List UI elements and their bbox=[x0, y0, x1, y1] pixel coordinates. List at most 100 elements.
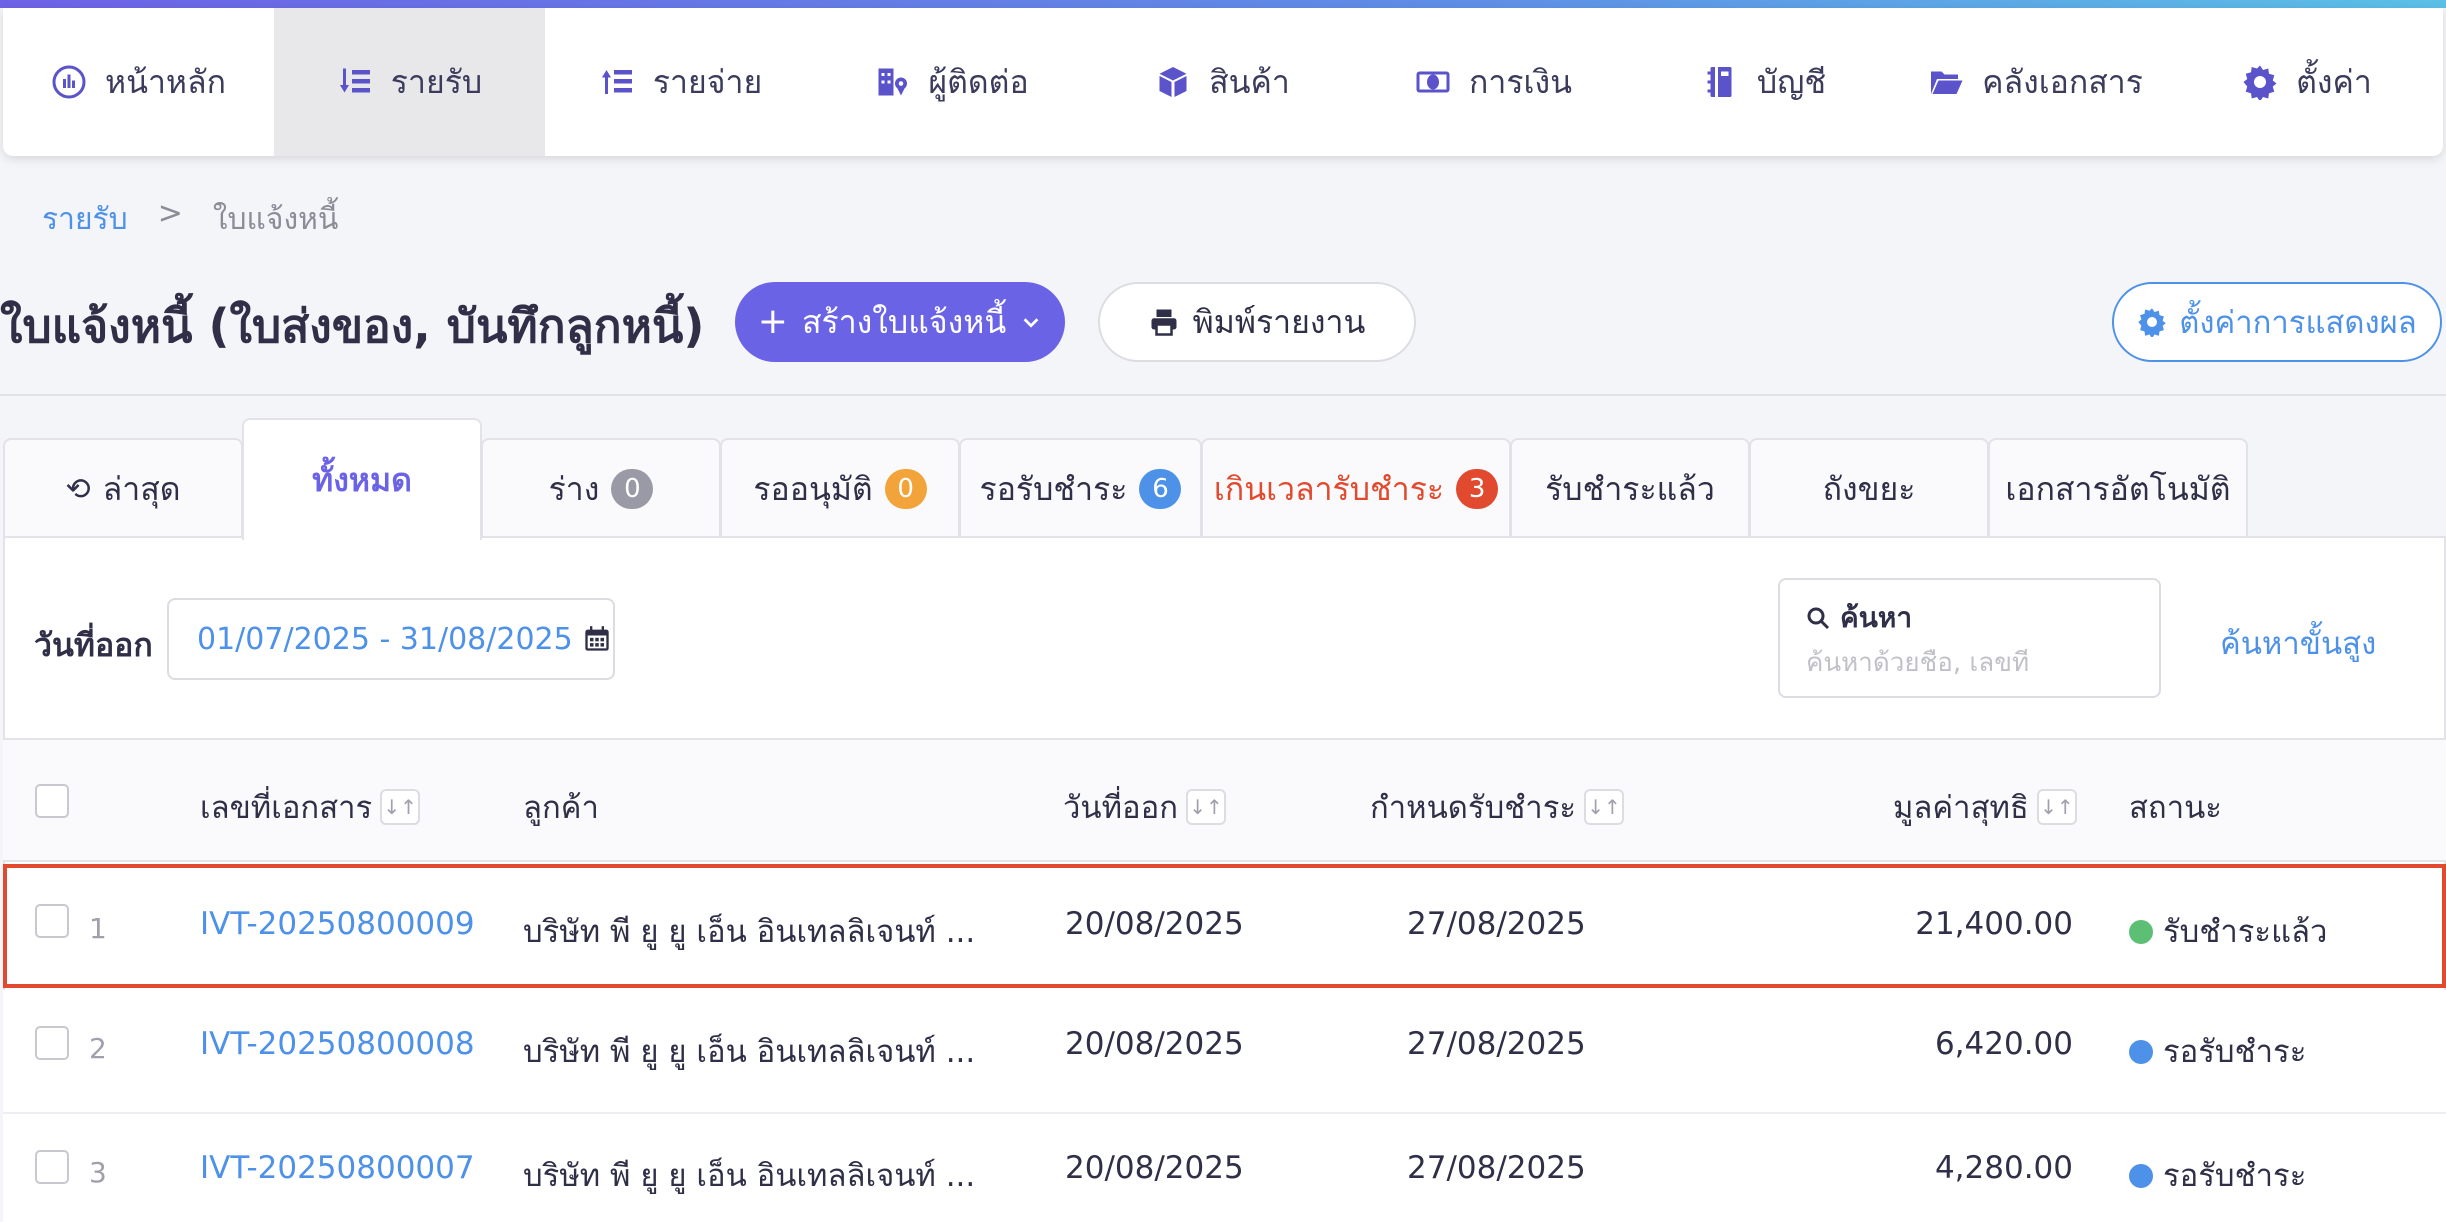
date-filter-label: วันที่ออก bbox=[34, 626, 153, 664]
due-date: 27/08/2025 bbox=[1407, 1026, 1586, 1062]
column-header-status: สถานะ bbox=[2129, 782, 2222, 832]
status-dot-icon bbox=[2129, 1164, 2153, 1188]
customer-name: บริษัท พี ยู ยู เอ็น อินเทลลิเจนท์ ... bbox=[523, 1158, 976, 1194]
header-label: เลขที่เอกสาร bbox=[200, 790, 373, 826]
count-badge: 6 bbox=[1139, 469, 1182, 509]
breadcrumb-parent-link[interactable]: รายรับ bbox=[42, 196, 128, 243]
tab-label: รอรับชำระ bbox=[979, 469, 1128, 508]
column-header-issue-date[interactable]: วันที่ออก ↓↑ bbox=[1063, 782, 1227, 832]
income-icon bbox=[339, 68, 370, 93]
date-range-input[interactable]: 01/07/2025 - 31/08/2025 bbox=[167, 598, 615, 680]
row-number: 3 bbox=[89, 1156, 107, 1189]
issue-date: 20/08/2025 bbox=[1065, 906, 1244, 942]
breadcrumb-separator: > bbox=[157, 196, 183, 231]
document-number-link[interactable]: IVT-20250800009 bbox=[200, 906, 475, 942]
sort-icon[interactable]: ↓↑ bbox=[1584, 789, 1625, 825]
nav-item-settings[interactable]: ตั้งค่า bbox=[2171, 8, 2443, 156]
plus-icon: + bbox=[757, 301, 788, 342]
display-settings-button[interactable]: ตั้งค่าการแสดงผล bbox=[2112, 282, 2442, 362]
tab-trash[interactable]: ถังขยะ bbox=[1749, 438, 1989, 538]
gear-icon bbox=[2243, 65, 2277, 100]
table-header: เลขที่เอกสาร ↓↑ ลูกค้า วันที่ออก ↓↑ กำหน… bbox=[3, 738, 2446, 862]
display-settings-label: ตั้งค่าการแสดงผล bbox=[2179, 305, 2417, 341]
nav-item-accounting[interactable]: บัญชี bbox=[1629, 8, 1900, 156]
count-badge: 0 bbox=[884, 469, 927, 509]
tab-overdue[interactable]: เกินเวลารับชำระ 3 bbox=[1201, 438, 1511, 538]
nav-item-home[interactable]: หน้าหลัก bbox=[3, 8, 274, 156]
row-checkbox[interactable] bbox=[35, 904, 69, 938]
select-all-checkbox[interactable] bbox=[35, 784, 69, 818]
tab-label: รับชำระแล้ว bbox=[1545, 469, 1715, 508]
nav-item-products[interactable]: สินค้า bbox=[1087, 8, 1358, 156]
row-checkbox[interactable] bbox=[35, 1026, 69, 1060]
sort-icon[interactable]: ↓↑ bbox=[380, 789, 421, 825]
customer-name: บริษัท พี ยู ยู เอ็น อินเทลลิเจนท์ ... bbox=[523, 1034, 976, 1070]
calendar-icon bbox=[585, 626, 609, 651]
sort-icon[interactable]: ↓↑ bbox=[2036, 789, 2077, 825]
issue-date: 20/08/2025 bbox=[1065, 1150, 1244, 1186]
print-report-button[interactable]: พิมพ์รายงาน bbox=[1098, 282, 1416, 362]
nav-item-income[interactable]: รายรับ bbox=[274, 8, 545, 156]
document-number-link[interactable]: IVT-20250800008 bbox=[200, 1026, 475, 1062]
due-date: 27/08/2025 bbox=[1407, 1150, 1586, 1186]
net-amount: 21,400.00 bbox=[1915, 906, 2073, 942]
tab-draft[interactable]: ร่าง 0 bbox=[481, 438, 721, 538]
page-title: ใบแจ้งหนี้ (ใบส่งของ, บันทึกลูกหนี้) bbox=[0, 299, 705, 353]
folder-icon bbox=[1931, 71, 1963, 94]
accounting-icon bbox=[1707, 67, 1732, 97]
create-invoice-button[interactable]: + สร้างใบแจ้งหนี้ bbox=[735, 282, 1065, 362]
tab-auto-documents[interactable]: เอกสารอัตโนมัติ bbox=[1988, 438, 2248, 538]
header-label: สถานะ bbox=[2129, 790, 2222, 826]
tab-awaiting-payment[interactable]: รอรับชำระ 6 bbox=[959, 438, 1202, 538]
nav-item-label: สินค้า bbox=[1209, 62, 1290, 101]
status-badge: รอรับชำระ bbox=[2129, 1150, 2306, 1200]
money-icon bbox=[1416, 71, 1450, 93]
status-label: รับชำระแล้ว bbox=[2163, 914, 2328, 950]
advanced-search-link[interactable]: ค้นหาขั้นสูง bbox=[2220, 618, 2376, 668]
column-header-due-date[interactable]: กำหนดรับชำระ ↓↑ bbox=[1370, 782, 1625, 832]
nav-item-label: บัญชี bbox=[1756, 62, 1827, 101]
nav-item-contacts[interactable]: ผู้ติดต่อ bbox=[816, 8, 1087, 156]
nav-item-documents[interactable]: คลังเอกสาร bbox=[1900, 8, 2171, 156]
tab-latest[interactable]: ⟲ ล่าสุด bbox=[3, 438, 243, 538]
search-label: ค้นหา bbox=[1840, 601, 1913, 634]
tab-all[interactable]: ทั้งหมด bbox=[242, 418, 482, 540]
count-badge: 3 bbox=[1456, 469, 1499, 509]
dashboard-icon bbox=[52, 65, 86, 99]
nav-item-expense[interactable]: รายจ่าย bbox=[545, 8, 816, 156]
nav-item-label: การเงิน bbox=[1469, 62, 1572, 101]
printer-icon bbox=[1151, 309, 1177, 336]
search-box: ค้นหา bbox=[1778, 578, 2161, 698]
header-label: วันที่ออก bbox=[1063, 790, 1179, 826]
status-label: รอรับชำระ bbox=[2163, 1034, 2307, 1070]
row-checkbox[interactable] bbox=[35, 1150, 69, 1184]
status-dot-icon bbox=[2129, 1040, 2153, 1064]
table-row[interactable]: 1 IVT-20250800009 บริษัท พี ยู ยู เอ็น อ… bbox=[3, 864, 2446, 988]
header-label: ลูกค้า bbox=[523, 790, 599, 826]
table-row[interactable]: 2 IVT-20250800008 บริษัท พี ยู ยู เอ็น อ… bbox=[3, 990, 2446, 1114]
tab-label: ทั้งหมด bbox=[312, 460, 412, 499]
net-amount: 6,420.00 bbox=[1934, 1026, 2073, 1062]
document-number-link[interactable]: IVT-20250800007 bbox=[200, 1150, 475, 1186]
nav-item-label: หน้าหลัก bbox=[104, 62, 226, 101]
status-badge: รับชำระแล้ว bbox=[2129, 906, 2327, 956]
nav-item-finance[interactable]: การเงิน bbox=[1358, 8, 1629, 156]
search-icon bbox=[1807, 607, 1830, 630]
tab-label: เอกสารอัตโนมัติ bbox=[2005, 469, 2231, 508]
table-row[interactable]: 3 IVT-20250800007 บริษัท พี ยู ยู เอ็น อ… bbox=[3, 1114, 2446, 1222]
tab-awaiting-approval[interactable]: รออนุมัติ 0 bbox=[720, 438, 960, 538]
nav-item-label: คลังเอกสาร bbox=[1982, 62, 2143, 101]
column-header-doc-no[interactable]: เลขที่เอกสาร ↓↑ bbox=[200, 782, 421, 832]
tab-paid[interactable]: รับชำระแล้ว bbox=[1510, 438, 1750, 538]
status-badge: รอรับชำระ bbox=[2129, 1026, 2306, 1076]
column-header-net-amount[interactable]: มูลค่าสุทธิ ↓↑ bbox=[1893, 782, 2077, 832]
tab-label: ถังขยะ bbox=[1822, 469, 1916, 508]
header-divider bbox=[0, 394, 2446, 396]
net-amount: 4,280.00 bbox=[1934, 1150, 2073, 1186]
sort-icon[interactable]: ↓↑ bbox=[1186, 789, 1227, 825]
search-input[interactable] bbox=[1806, 648, 2136, 678]
status-dot-icon bbox=[2129, 920, 2153, 944]
tab-label: รออนุมัติ bbox=[753, 469, 873, 508]
tab-label: เกินเวลารับชำระ bbox=[1213, 469, 1445, 508]
due-date: 27/08/2025 bbox=[1407, 906, 1586, 942]
